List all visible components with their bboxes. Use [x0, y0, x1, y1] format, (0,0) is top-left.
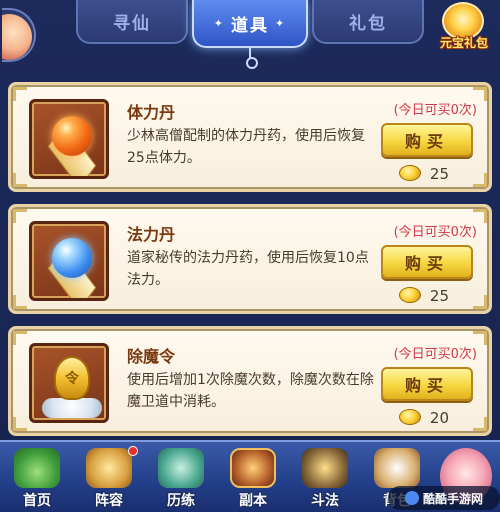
- cloud-icon: [42, 398, 102, 418]
- blue-pill-icon: [52, 238, 92, 278]
- card-corner-ornament: [13, 209, 27, 223]
- item-name: 除魔令: [127, 347, 176, 366]
- buy-button[interactable]: 购买: [381, 367, 473, 401]
- notification-badge: [128, 446, 138, 456]
- lineup-icon: [86, 448, 132, 488]
- card-corner-ornament: [13, 331, 27, 345]
- yuanbao-gift-button[interactable]: 元宝礼包: [430, 0, 498, 56]
- item-icon-frame[interactable]: [29, 343, 109, 423]
- card-corner-ornament: [473, 295, 487, 309]
- dungeon-icon: [230, 448, 276, 488]
- card-corner-ornament: [13, 87, 27, 101]
- top-bar: 寻仙 ✦ 道具 ✦ 礼包 元宝礼包: [0, 0, 500, 78]
- item-description: 少林高僧配制的体力丹药，使用后恢复25点体力。: [127, 128, 365, 166]
- avatar: [2, 14, 32, 60]
- nav-home[interactable]: 首页: [2, 442, 72, 512]
- nav-battle[interactable]: 斗法: [290, 442, 360, 512]
- nav-label: 副本: [239, 493, 267, 509]
- gold-ingot-icon: [399, 165, 421, 181]
- purchase-limit-text: (今日可买0次): [393, 103, 477, 118]
- card-corner-ornament: [473, 173, 487, 187]
- item-price: 25: [429, 287, 449, 305]
- card-corner-ornament: [473, 417, 487, 431]
- gold-ingot-icon: [399, 287, 421, 303]
- nav-dungeon[interactable]: 副本: [218, 442, 288, 512]
- gift-label: 元宝礼包: [439, 36, 488, 50]
- training-icon: [158, 448, 204, 488]
- home-icon: [14, 448, 60, 488]
- red-pill-icon: [52, 116, 92, 156]
- item-icon-frame[interactable]: [29, 99, 109, 179]
- nav-lineup[interactable]: 阵容: [74, 442, 144, 512]
- buy-button[interactable]: 购买: [381, 123, 473, 157]
- nav-label: 首页: [23, 493, 51, 509]
- item-card: 法力丹 道家秘传的法力丹药，使用后恢复10点法力。 (今日可买0次) 购买 25: [8, 204, 492, 314]
- item-icon-frame[interactable]: [29, 221, 109, 301]
- card-corner-ornament: [13, 417, 27, 431]
- purchase-limit-text: (今日可买0次): [393, 347, 477, 362]
- tab-daoju[interactable]: ✦ 道具 ✦: [192, 0, 308, 48]
- active-tab-pendant-icon: [244, 48, 258, 69]
- demon-token-icon: [54, 356, 90, 400]
- nav-training[interactable]: 历练: [146, 442, 216, 512]
- site-watermark: 酷酷手游网: [388, 486, 500, 510]
- item-description: 使用后增加1次除魔次数，除魔次数在除魔卫道中消耗。: [127, 372, 374, 410]
- watermark-text: 酷酷手游网: [422, 491, 483, 506]
- purchase-limit-text: (今日可买0次): [393, 225, 477, 240]
- item-card: 体力丹 少林高僧配制的体力丹药，使用后恢复25点体力。 (今日可买0次) 购买 …: [8, 82, 492, 192]
- tab-libao-label: 礼包: [349, 13, 387, 34]
- player-avatar-button[interactable]: [2, 8, 36, 62]
- star-right-icon: ✦: [275, 16, 287, 30]
- gold-ingot-icon: [399, 409, 421, 425]
- star-left-icon: ✦: [213, 16, 225, 30]
- item-price: 25: [429, 165, 449, 183]
- battle-icon: [302, 448, 348, 488]
- card-corner-ornament: [13, 295, 27, 309]
- card-corner-ornament: [13, 173, 27, 187]
- nav-label: 斗法: [311, 493, 339, 509]
- item-name: 法力丹: [127, 225, 176, 244]
- item-card: 除魔令 使用后增加1次除魔次数，除魔次数在除魔卫道中消耗。 (今日可买0次) 购…: [8, 326, 492, 436]
- item-name: 体力丹: [127, 103, 176, 122]
- tab-libao[interactable]: 礼包: [312, 0, 424, 44]
- tab-xunxian[interactable]: 寻仙: [76, 0, 188, 44]
- item-price: 20: [429, 409, 449, 427]
- item-description: 道家秘传的法力丹药，使用后恢复10点法力。: [127, 250, 369, 288]
- tab-xunxian-label: 寻仙: [113, 13, 151, 34]
- nav-label: 阵容: [95, 493, 123, 509]
- bag-icon: [374, 448, 420, 488]
- tab-daoju-label: 道具: [231, 15, 269, 36]
- buy-button[interactable]: 购买: [381, 245, 473, 279]
- watermark-logo-icon: [404, 491, 419, 505]
- nav-label: 历练: [167, 493, 195, 509]
